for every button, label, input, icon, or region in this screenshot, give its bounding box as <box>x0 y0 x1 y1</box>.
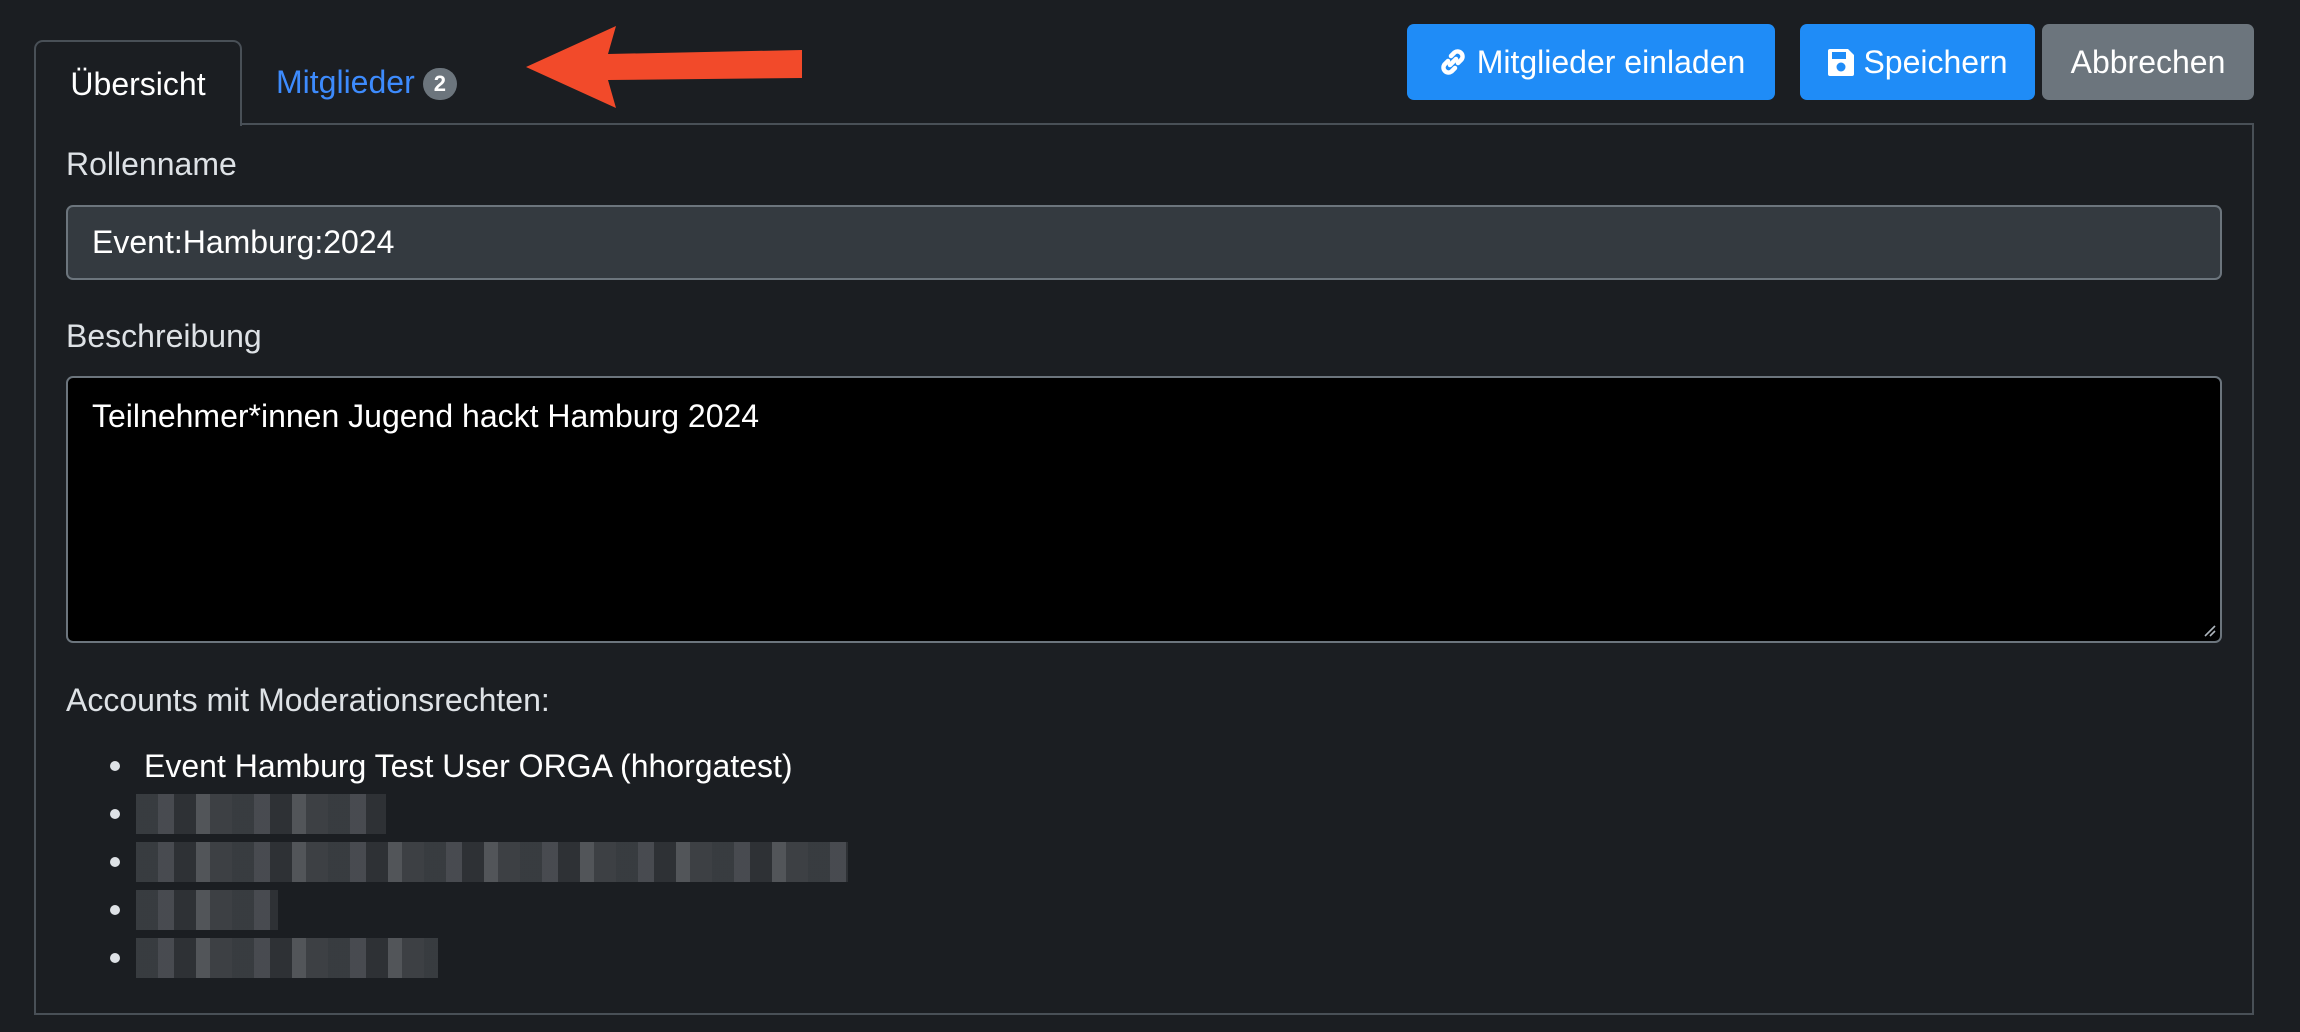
save-button[interactable]: Speichern <box>1800 24 2035 100</box>
save-label: Speichern <box>1863 43 2008 80</box>
invite-members-label: Mitglieder einladen <box>1476 43 1746 80</box>
red-arrow-annotation <box>526 26 802 108</box>
invite-members-button[interactable]: Mitglieder einladen <box>1407 24 1775 100</box>
cancel-label: Abbrechen <box>2070 43 2226 80</box>
tab-members-label: Mitglieder <box>276 63 415 100</box>
role-edit-page: Übersicht Mitglieder 2 Mitglieder einlad… <box>0 0 2300 1032</box>
members-count-badge: 2 <box>422 68 457 100</box>
tab-overview-label: Übersicht <box>70 65 206 102</box>
tab-content-panel <box>34 123 2254 1015</box>
cancel-button[interactable]: Abbrechen <box>2042 24 2254 100</box>
tab-overview[interactable]: Übersicht <box>34 40 242 126</box>
floppy-disk-icon <box>1827 47 1855 77</box>
link-icon <box>1437 46 1469 78</box>
tab-members[interactable]: Mitglieder 2 <box>276 40 457 124</box>
